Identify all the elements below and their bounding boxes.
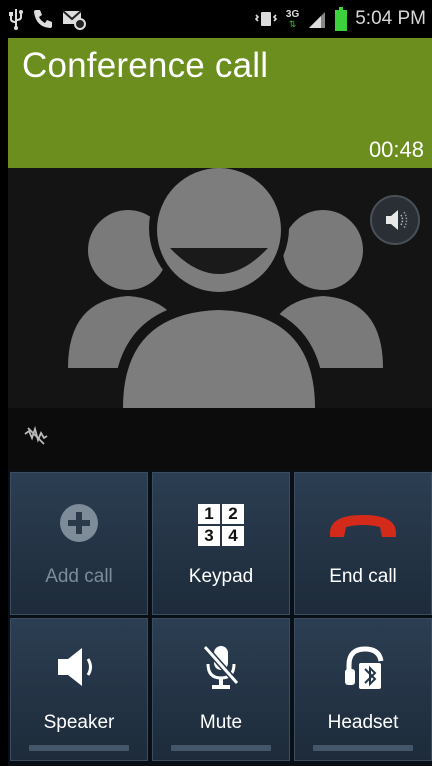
network-3g-icon: 3G ⇅ xyxy=(285,8,300,29)
keypad-digit: 4 xyxy=(222,526,244,546)
keypad-button[interactable]: 1 2 3 4 Keypad xyxy=(152,472,290,615)
call-title: Conference call xyxy=(22,46,269,85)
keypad-label: Keypad xyxy=(188,566,254,587)
conference-avatar-area xyxy=(8,168,432,408)
add-call-icon xyxy=(60,504,98,542)
phone-icon xyxy=(34,10,52,28)
clock: 5:04 PM xyxy=(355,8,426,29)
speaker-button[interactable]: Speaker xyxy=(10,618,148,761)
mute-indicator xyxy=(171,745,271,751)
vibrate-icon xyxy=(254,12,278,26)
end-call-icon xyxy=(330,515,396,537)
mute-button[interactable]: Mute xyxy=(152,618,290,761)
end-call-button[interactable]: End call xyxy=(294,472,432,615)
voicemail-icon xyxy=(62,10,86,30)
keypad-icon: 1 2 3 4 xyxy=(198,504,244,546)
call-header: Conference call 00:48 xyxy=(8,38,432,168)
headset-label: Headset xyxy=(327,712,399,733)
bluetooth-headset-icon xyxy=(345,646,384,689)
network-label: 3G xyxy=(285,8,300,20)
signal-icon xyxy=(309,12,326,28)
battery-icon xyxy=(335,7,348,31)
mute-microphone-icon xyxy=(202,645,240,689)
volume-button[interactable] xyxy=(370,195,420,245)
call-controls: Add call 1 2 3 4 Keypad End call Speaker… xyxy=(8,470,432,766)
call-timer: 00:48 xyxy=(368,137,424,162)
conference-avatar-icon xyxy=(68,168,383,408)
status-bar: 3G ⇅ 5:04 PM xyxy=(0,0,432,38)
call-status-strip xyxy=(8,408,432,470)
speaker-indicator xyxy=(29,745,129,751)
headset-button[interactable]: Headset xyxy=(294,618,432,761)
speaker-icon xyxy=(58,648,92,686)
usb-icon xyxy=(9,9,23,30)
mute-label: Mute xyxy=(199,712,243,733)
end-call-label: End call xyxy=(329,566,397,587)
noise-reduction-icon xyxy=(24,426,48,445)
keypad-digit: 3 xyxy=(198,526,220,546)
volume-icon xyxy=(386,210,408,230)
add-call-label: Add call xyxy=(45,566,113,587)
headset-indicator xyxy=(313,745,413,751)
speaker-label: Speaker xyxy=(43,712,115,733)
keypad-digit: 2 xyxy=(222,504,244,524)
keypad-digit: 1 xyxy=(198,504,220,524)
add-call-button[interactable]: Add call xyxy=(10,472,148,615)
